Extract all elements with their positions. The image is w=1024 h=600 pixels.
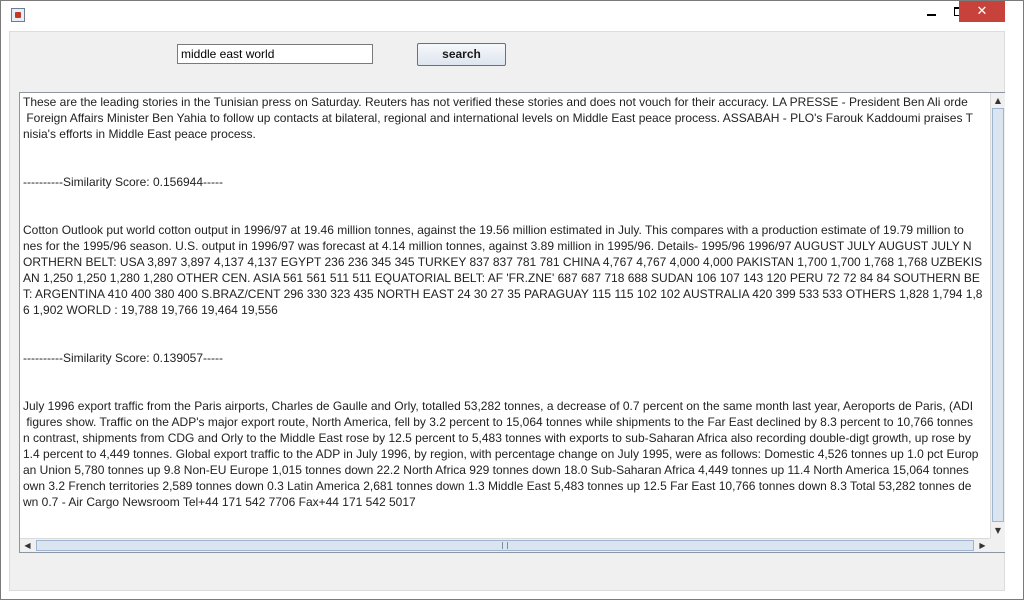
scroll-grip-icon: [502, 542, 508, 549]
search-input[interactable]: [177, 44, 373, 64]
minimize-icon: [926, 13, 936, 16]
search-button[interactable]: search: [417, 43, 506, 66]
close-button[interactable]: ✕: [959, 1, 1005, 22]
app-window: ✕ search These are the leading stories i…: [0, 0, 1024, 600]
java-app-icon: [11, 8, 25, 22]
horizontal-scroll-thumb[interactable]: [36, 540, 974, 551]
scroll-right-arrow-icon[interactable]: ▶: [975, 539, 990, 552]
close-icon: ✕: [976, 4, 988, 19]
horizontal-scrollbar[interactable]: ◀ ▶: [20, 538, 990, 552]
results-text: These are the leading stories in the Tun…: [23, 95, 983, 509]
scroll-left-arrow-icon[interactable]: ◀: [20, 539, 35, 552]
results-text-area[interactable]: These are the leading stories in the Tun…: [20, 93, 990, 538]
vertical-scrollbar[interactable]: ▲ ▼: [990, 93, 1005, 538]
title-bar: ✕: [1, 1, 1023, 29]
vertical-scroll-thumb[interactable]: [992, 108, 1004, 522]
scroll-corner: [990, 538, 1005, 552]
results-scroll-pane[interactable]: These are the leading stories in the Tun…: [19, 92, 1005, 553]
scroll-down-arrow-icon[interactable]: ▼: [991, 523, 1005, 538]
scroll-up-arrow-icon[interactable]: ▲: [991, 93, 1005, 108]
